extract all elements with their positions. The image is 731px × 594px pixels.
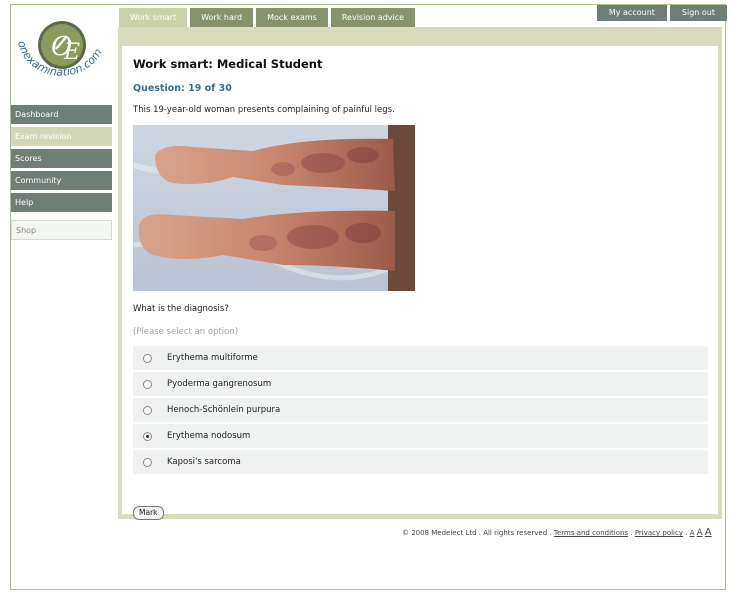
tab-work-smart[interactable]: Work smart: [119, 8, 188, 27]
clinical-photo-legs: [133, 125, 415, 291]
answer-option-label: Erythema nodosum: [167, 431, 251, 441]
question-stem: This 19-year-old woman presents complain…: [133, 105, 395, 115]
font-size-small-link[interactable]: A: [690, 529, 695, 537]
answer-option[interactable]: Henoch-Schönlein purpura: [133, 398, 708, 422]
radio-button[interactable]: [143, 379, 152, 389]
sidebar-item-shop[interactable]: Shop: [11, 220, 112, 240]
sidebar-item-scores[interactable]: Scores: [11, 149, 112, 168]
font-size-medium-link[interactable]: A: [697, 528, 703, 538]
sidebar-item-help[interactable]: Help: [11, 193, 112, 212]
tab-work-hard[interactable]: Work hard: [190, 8, 254, 27]
answer-option-label: Henoch-Schönlein purpura: [167, 405, 281, 415]
sidebar: Dashboard Exam revision Scores Community…: [11, 105, 112, 240]
answer-option-label: Pyoderma gangrenosum: [167, 379, 272, 389]
radio-button[interactable]: [143, 457, 152, 467]
my-account-button[interactable]: My account: [596, 5, 667, 21]
sidebar-item-exam-revision[interactable]: Exam revision: [11, 127, 112, 146]
font-size-large-link[interactable]: A: [705, 527, 712, 538]
copyright-text: © 2008 Medelect Ltd . All rights reserve…: [402, 529, 552, 537]
answer-option[interactable]: Pyoderma gangrenosum: [133, 372, 708, 396]
answer-option[interactable]: Erythema nodosum: [133, 424, 708, 448]
tab-mock-exams[interactable]: Mock exams: [256, 8, 328, 27]
sidebar-item-community[interactable]: Community: [11, 171, 112, 190]
radio-button[interactable]: [143, 405, 152, 415]
privacy-link[interactable]: Privacy policy: [635, 529, 683, 537]
account-bar: My account Sign out: [596, 5, 727, 21]
question-number: Question: 19 of 30: [133, 83, 232, 94]
footer-separator: .: [630, 529, 633, 537]
sign-out-button[interactable]: Sign out: [669, 5, 727, 21]
tab-revision-advice[interactable]: Revision advice: [330, 8, 416, 27]
sidebar-item-dashboard[interactable]: Dashboard: [11, 105, 112, 124]
question-prompt: What is the diagnosis?: [133, 304, 229, 314]
radio-button-selected[interactable]: [143, 431, 152, 441]
main-tabs: Work smart Work hard Mock exams Revision…: [119, 8, 416, 27]
footer: © 2008 Medelect Ltd . All rights reserve…: [402, 527, 712, 538]
footer-separator: .: [685, 529, 688, 537]
terms-link[interactable]: Terms and conditions: [554, 529, 628, 537]
radio-button[interactable]: [143, 353, 152, 363]
content-panel: Work smart: Medical Student Question: 19…: [118, 27, 722, 520]
question-card: Work smart: Medical Student Question: 19…: [122, 46, 718, 520]
onexamination-logo[interactable]: O E onexamination.com: [12, 12, 108, 92]
svg-text:E: E: [63, 40, 80, 65]
answer-option-label: Kaposi's sarcoma: [167, 457, 241, 467]
select-hint: (Please select an option): [133, 327, 239, 337]
answer-option[interactable]: Kaposi's sarcoma: [133, 450, 708, 474]
page-title: Work smart: Medical Student: [133, 57, 323, 71]
mark-button[interactable]: Mark: [133, 506, 164, 520]
answer-option-label: Erythema multiforme: [167, 353, 258, 363]
answer-options: Erythema multiforme Pyoderma gangrenosum…: [133, 346, 708, 476]
answer-option[interactable]: Erythema multiforme: [133, 346, 708, 370]
